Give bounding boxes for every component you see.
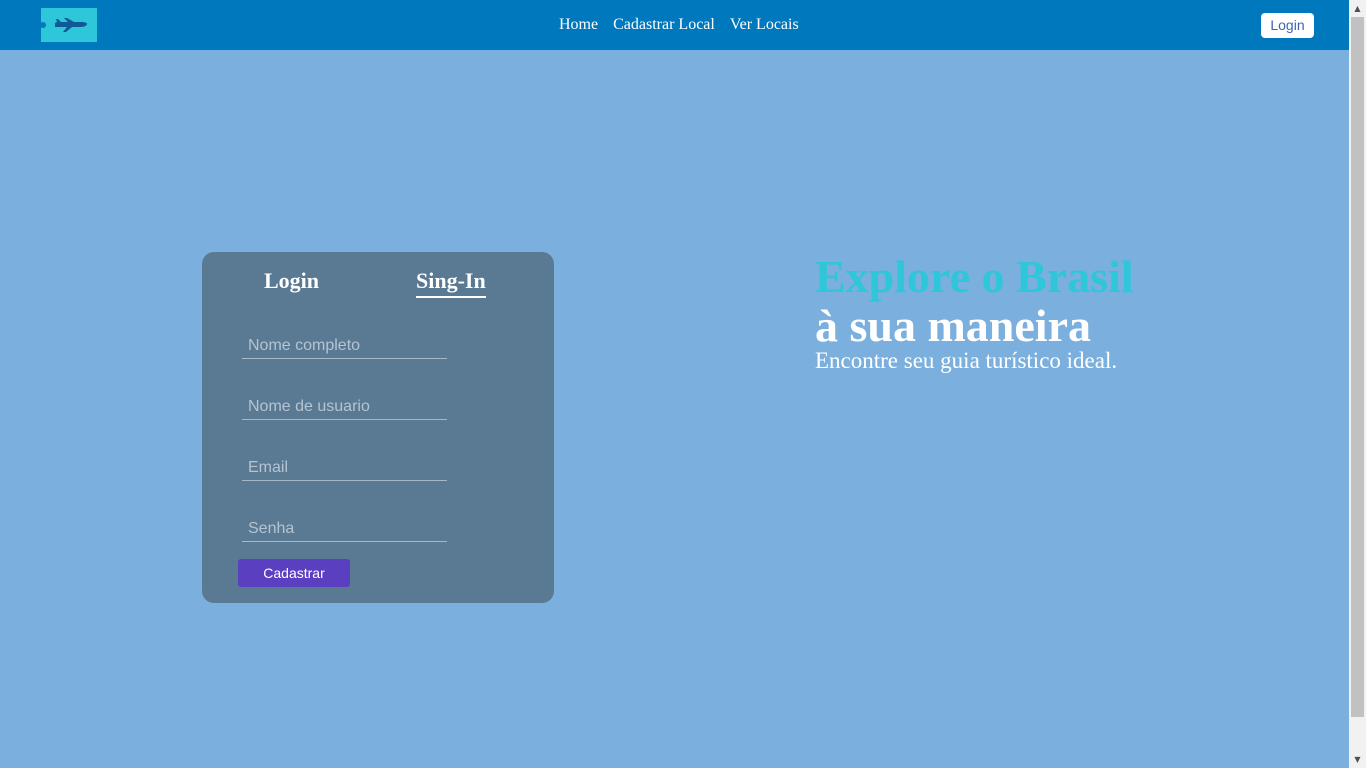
tab-signin[interactable]: Sing-In — [416, 268, 486, 298]
hero-title: Explore o Brasil — [815, 251, 1134, 302]
email-field[interactable] — [242, 455, 447, 481]
hero-subtitle: à sua maneira — [815, 300, 1091, 351]
navbar: Home Cadastrar Local Ver Locais Login — [0, 0, 1349, 50]
full-name-field[interactable] — [242, 333, 447, 359]
nav-link-cadastrar-local[interactable]: Cadastrar Local — [613, 15, 715, 35]
register-button[interactable]: Cadastrar — [238, 559, 350, 587]
nav-link-home[interactable]: Home — [559, 15, 598, 35]
signup-card: Login Sing-In Cadastrar — [202, 252, 554, 603]
login-button[interactable]: Login — [1261, 13, 1314, 38]
page: Home Cadastrar Local Ver Locais Login Lo… — [0, 0, 1366, 768]
airplane-icon — [41, 18, 87, 32]
nav-link-ver-locais[interactable]: Ver Locais — [730, 15, 799, 35]
scroll-up-arrow-icon[interactable]: ▲ — [1349, 0, 1366, 17]
nav-links: Home Cadastrar Local Ver Locais — [559, 15, 799, 35]
username-field[interactable] — [242, 394, 447, 420]
password-field[interactable] — [242, 516, 447, 542]
tab-login[interactable]: Login — [264, 268, 319, 294]
hero-text: Encontre seu guia turístico ideal. — [815, 348, 1118, 373]
scroll-down-arrow-icon[interactable]: ▼ — [1349, 751, 1366, 768]
scrollbar-thumb[interactable] — [1351, 17, 1364, 717]
logo[interactable] — [41, 8, 97, 42]
scrollbar[interactable]: ▲ ▼ — [1349, 0, 1366, 768]
